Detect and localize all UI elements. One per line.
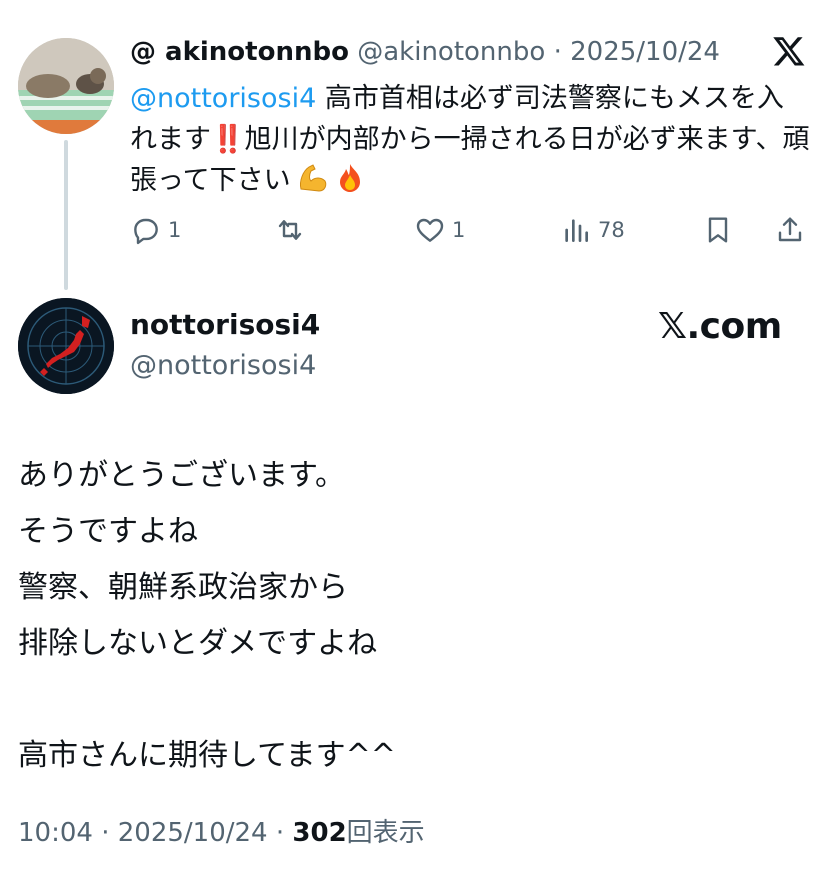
double-exclamation-emoji: ‼️ bbox=[211, 124, 245, 155]
muscle-emoji-icon bbox=[299, 164, 326, 192]
tweet-views-label: 回表示 bbox=[346, 818, 425, 848]
reply-handle[interactable]: @akinotonnbo bbox=[357, 37, 545, 67]
footer-separator: · bbox=[275, 818, 285, 848]
tweet-date[interactable]: 2025/10/24 bbox=[118, 818, 268, 848]
tweet-line: 高市さんに期待してます^^ bbox=[18, 738, 396, 773]
reply-display-name[interactable]: @ akinotonnbo bbox=[130, 37, 349, 67]
tweet-views-count: 302 bbox=[292, 818, 347, 848]
bookmark-icon bbox=[708, 217, 728, 243]
tweet-time[interactable]: 10:04 bbox=[18, 818, 93, 848]
reply-tweet-text: @nottorisosi4 高市首相は必ず司法警察にもメスを入れます‼️旭川が内… bbox=[130, 78, 810, 201]
reply-action-bar: 1 1 78 bbox=[130, 214, 810, 250]
x-logo-icon[interactable] bbox=[772, 34, 806, 68]
like-button[interactable]: 1 bbox=[414, 214, 465, 246]
avatar-nottorisosi4[interactable] bbox=[18, 298, 114, 394]
japan-map-image bbox=[18, 298, 114, 394]
views-count: 78 bbox=[598, 218, 625, 242]
reply-tweet-header: @ akinotonnbo @akinotonnbo · 2025/10/24 bbox=[130, 34, 720, 70]
header-separator: · bbox=[553, 37, 562, 67]
main-display-name[interactable]: nottorisosi4 bbox=[130, 308, 320, 341]
reply-icon bbox=[134, 218, 158, 245]
heart-icon bbox=[416, 218, 444, 242]
source-label: 𝕏.com bbox=[658, 306, 782, 347]
main-tweet-text: ありがとうございます。 そうですよね 警察、朝鮮系政治家から 排除しないとダメで… bbox=[18, 448, 808, 784]
repost-icon bbox=[278, 220, 302, 240]
share-icon bbox=[778, 217, 802, 242]
reply-count: 1 bbox=[168, 218, 182, 242]
tweet-line: ありがとうございます。 bbox=[18, 458, 345, 493]
footer-separator: · bbox=[101, 818, 110, 848]
mention-link[interactable]: @nottorisosi4 bbox=[130, 83, 316, 114]
cat-photo-image bbox=[18, 38, 114, 134]
thread-connector-line bbox=[64, 140, 68, 290]
share-button[interactable] bbox=[774, 214, 806, 246]
main-handle[interactable]: @nottorisosi4 bbox=[130, 350, 316, 381]
reply-button[interactable]: 1 bbox=[130, 214, 181, 246]
avatar-akinotonnbo[interactable] bbox=[18, 38, 114, 134]
tweet-footer: 10:04 · 2025/10/24 · 302回表示 bbox=[18, 812, 425, 849]
tweet-line: そうですよね bbox=[18, 514, 198, 549]
views-button[interactable]: 78 bbox=[560, 214, 625, 246]
analytics-bar-icon bbox=[565, 219, 588, 242]
reply-date[interactable]: 2025/10/24 bbox=[570, 37, 720, 67]
repost-button[interactable] bbox=[274, 214, 306, 246]
bookmark-button[interactable] bbox=[702, 214, 734, 246]
tweet-line: 排除しないとダメですよね bbox=[18, 626, 378, 661]
like-count: 1 bbox=[452, 218, 466, 242]
fire-emoji-icon bbox=[339, 164, 360, 192]
tweet-line: 警察、朝鮮系政治家から bbox=[18, 570, 348, 605]
